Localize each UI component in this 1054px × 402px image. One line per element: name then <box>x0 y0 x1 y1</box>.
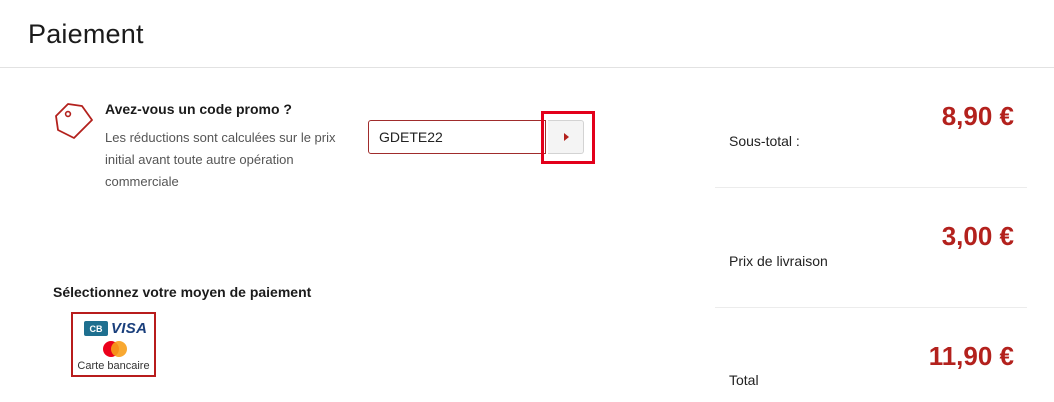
summary-divider <box>715 187 1027 188</box>
total-label: Total <box>729 372 759 388</box>
visa-logo: VISA <box>111 320 148 337</box>
card-label: Carte bancaire <box>77 360 150 372</box>
subtotal-amount: 8,90 € <box>941 101 1014 131</box>
cb-logo-text: CB <box>90 324 103 334</box>
payment-method-title: Sélectionnez votre moyen de paiement <box>53 284 312 300</box>
payment-method-card[interactable]: CB VISA Carte bancaire <box>71 312 156 377</box>
promo-submit-button[interactable] <box>548 120 584 154</box>
subtotal-label: Sous-total : <box>729 133 800 149</box>
promo-title: Avez-vous un code promo ? <box>105 101 292 117</box>
page-header: Paiement <box>0 0 1054 68</box>
promo-code-input[interactable] <box>368 120 546 154</box>
promo-description: Les réductions sont calculées sur le pri… <box>105 130 336 189</box>
summary-divider <box>715 307 1027 308</box>
shipping-label: Prix de livraison <box>729 253 828 269</box>
cb-logo-icon: CB <box>84 321 108 336</box>
total-amount: 11,90 € <box>928 341 1014 371</box>
page-title: Paiement <box>28 19 144 49</box>
caret-right-icon <box>563 133 569 141</box>
tag-icon <box>55 103 93 139</box>
shipping-amount: 3,00 € <box>941 221 1014 251</box>
mastercard-icon <box>103 341 127 357</box>
